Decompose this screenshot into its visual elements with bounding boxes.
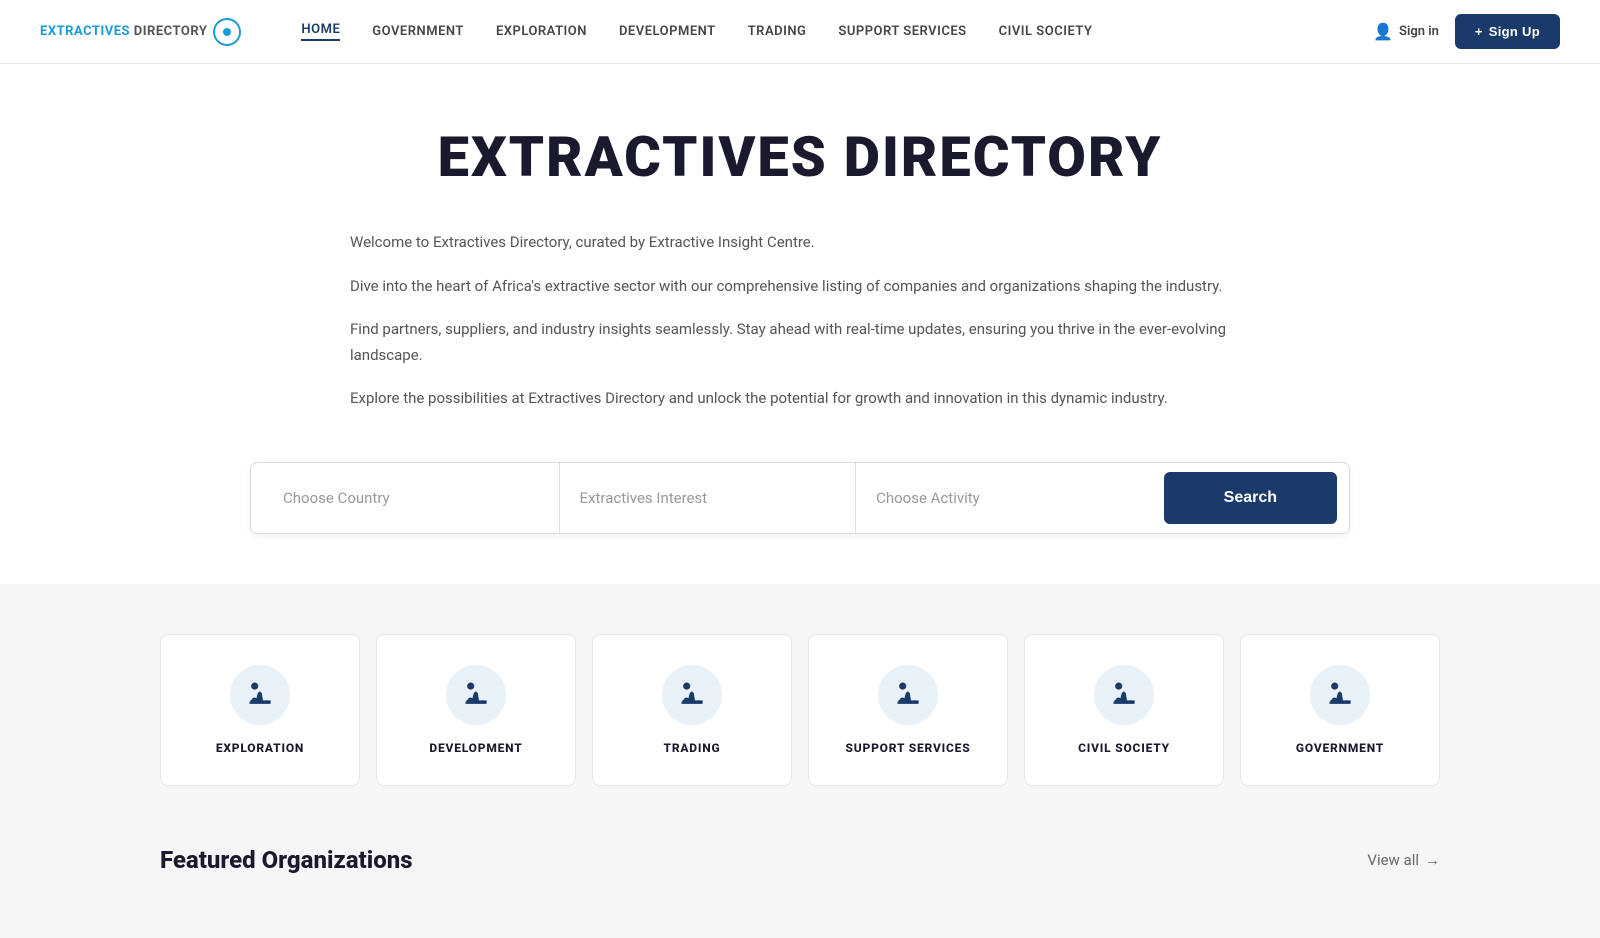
- government-icon: [1324, 679, 1356, 711]
- sign-up-button[interactable]: + Sign Up: [1455, 14, 1560, 49]
- search-button[interactable]: Search: [1164, 472, 1337, 524]
- sign-up-label: Sign Up: [1489, 24, 1540, 39]
- support-icon-circle: [878, 665, 938, 725]
- hero-para-4: Explore the possibilities at Extractives…: [350, 386, 1250, 412]
- trading-icon-circle: [662, 665, 722, 725]
- search-bar-container: Choose Country Extractives Interest Choo…: [250, 462, 1350, 534]
- nav-trading[interactable]: TRADING: [748, 24, 807, 39]
- interest-label: Extractives Interest: [580, 489, 708, 507]
- hero-title: EXTRACTIVES DIRECTORY: [80, 124, 1520, 190]
- activity-label: Choose Activity: [876, 489, 980, 507]
- category-development[interactable]: DEVELOPMENT: [376, 634, 576, 786]
- user-icon: 👤: [1373, 22, 1393, 41]
- development-label: DEVELOPMENT: [429, 741, 522, 755]
- search-bar: Choose Country Extractives Interest Choo…: [250, 462, 1350, 534]
- hero-para-1: Welcome to Extractives Directory, curate…: [350, 230, 1250, 256]
- main-nav: HOME GOVERNMENT EXPLORATION DEVELOPMENT …: [301, 22, 1373, 41]
- nav-civil-society[interactable]: CIVIL SOCIETY: [999, 24, 1093, 39]
- trading-label: TRADING: [664, 741, 721, 755]
- sign-in-button[interactable]: 👤 Sign in: [1373, 22, 1439, 41]
- exploration-icon-circle: [230, 665, 290, 725]
- hero-para-2: Dive into the heart of Africa's extracti…: [350, 274, 1250, 300]
- main-content: EXTRACTIVES DIRECTORY Welcome to Extract…: [0, 64, 1600, 584]
- category-support-services[interactable]: SUPPORT SERVICES: [808, 634, 1008, 786]
- exploration-icon: [244, 679, 276, 711]
- country-field[interactable]: Choose Country: [263, 463, 560, 533]
- view-all-label: View all: [1367, 851, 1419, 869]
- featured-section: Featured Organizations View all →: [0, 836, 1600, 938]
- interest-field[interactable]: Extractives Interest: [560, 463, 857, 533]
- exploration-label: EXPLORATION: [216, 741, 304, 755]
- nav-development[interactable]: DEVELOPMENT: [619, 24, 716, 39]
- navbar: EXTRACTIVES DIRECTORY HOME GOVERNMENT EX…: [0, 0, 1600, 64]
- civil-society-label: CIVIL SOCIETY: [1078, 741, 1170, 755]
- logo-directory: DIRECTORY: [130, 24, 207, 39]
- plus-icon: +: [1475, 24, 1483, 39]
- featured-title: Featured Organizations: [160, 846, 413, 874]
- nav-support-services[interactable]: SUPPORT SERVICES: [838, 24, 966, 39]
- country-label: Choose Country: [283, 489, 390, 507]
- hero-para-3: Find partners, suppliers, and industry i…: [350, 317, 1250, 368]
- civil-icon-circle: [1094, 665, 1154, 725]
- logo-extractives: EXTRACTIVES: [40, 24, 130, 39]
- development-icon-circle: [446, 665, 506, 725]
- categories-grid: EXPLORATION DEVELOPMENT: [160, 634, 1440, 786]
- nav-government[interactable]: GOVERNMENT: [372, 24, 464, 39]
- arrow-icon: →: [1425, 851, 1440, 869]
- logo-text: EXTRACTIVES DIRECTORY: [40, 24, 207, 39]
- civil-icon: [1108, 679, 1140, 711]
- logo[interactable]: EXTRACTIVES DIRECTORY: [40, 18, 241, 46]
- nav-home[interactable]: HOME: [301, 22, 340, 41]
- hero-description: Welcome to Extractives Directory, curate…: [350, 230, 1250, 412]
- navbar-actions: 👤 Sign in + Sign Up: [1373, 14, 1560, 49]
- categories-section: EXPLORATION DEVELOPMENT: [0, 584, 1600, 836]
- government-icon-circle: [1310, 665, 1370, 725]
- sign-in-label: Sign in: [1399, 24, 1439, 39]
- category-government[interactable]: GOVERNMENT: [1240, 634, 1440, 786]
- trading-icon: [676, 679, 708, 711]
- category-trading[interactable]: TRADING: [592, 634, 792, 786]
- support-services-label: SUPPORT SERVICES: [846, 741, 971, 755]
- government-label: GOVERNMENT: [1296, 741, 1384, 755]
- activity-field[interactable]: Choose Activity: [856, 463, 1152, 533]
- logo-icon: [213, 18, 241, 46]
- category-civil-society[interactable]: CIVIL SOCIETY: [1024, 634, 1224, 786]
- nav-exploration[interactable]: EXPLORATION: [496, 24, 587, 39]
- featured-header: Featured Organizations View all →: [160, 846, 1440, 874]
- view-all-link[interactable]: View all →: [1367, 851, 1440, 869]
- category-exploration[interactable]: EXPLORATION: [160, 634, 360, 786]
- development-icon: [460, 679, 492, 711]
- support-icon: [892, 679, 924, 711]
